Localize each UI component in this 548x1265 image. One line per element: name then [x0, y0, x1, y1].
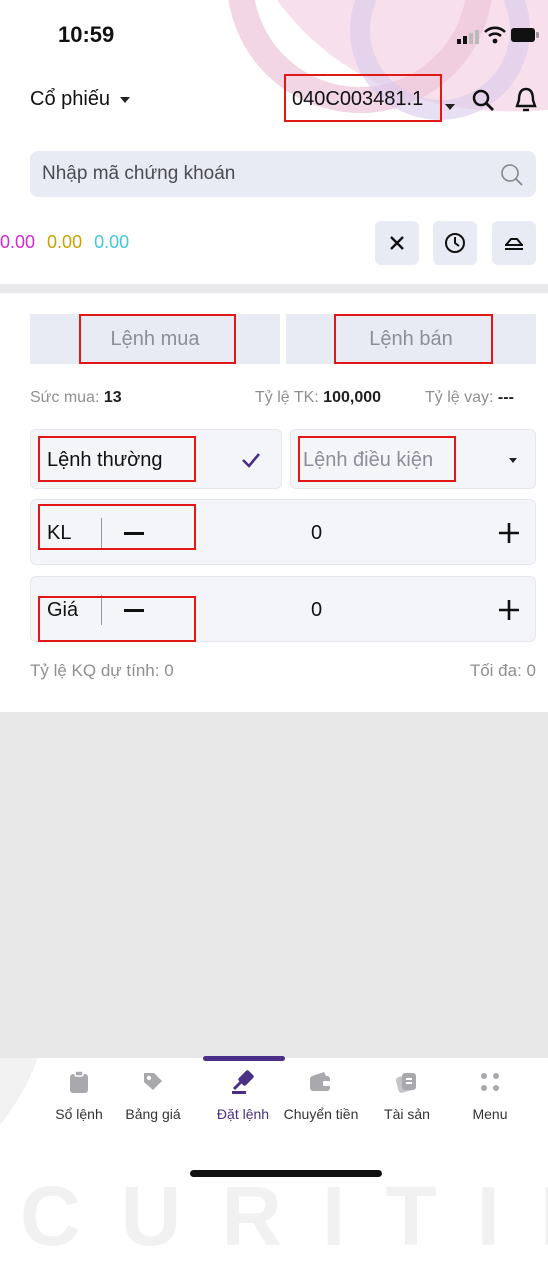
- index-value-3: 0.00: [94, 232, 130, 252]
- loan-ratio-label: Tỷ lệ vay:: [425, 389, 494, 406]
- search-placeholder: Nhập mã chứng khoán: [42, 163, 236, 184]
- bell-icon[interactable]: [514, 86, 538, 119]
- account-number[interactable]: 040C003481.1: [292, 88, 423, 111]
- conditional-order-label: Lệnh điều kiện: [303, 449, 434, 471]
- nav-label-price-board: Bảng giá: [125, 1106, 181, 1122]
- nav-item-menu[interactable]: Menu: [451, 1068, 529, 1168]
- gavel-icon: [229, 1068, 257, 1096]
- wallet-icon: [307, 1068, 335, 1096]
- history-button[interactable]: [433, 221, 477, 265]
- field-separator: [101, 595, 102, 625]
- nav-label-order-book: Sổ lệnh: [55, 1106, 103, 1122]
- nav-item-order-book[interactable]: Sổ lệnh: [40, 1068, 118, 1168]
- menu-dots-icon: [476, 1068, 504, 1096]
- chart-button[interactable]: [492, 221, 536, 265]
- close-icon: [390, 236, 404, 250]
- nav-item-place-order[interactable]: Đặt lệnh: [204, 1068, 282, 1168]
- normal-order-label: Lệnh thường: [47, 449, 163, 471]
- assets-icon: [393, 1068, 421, 1096]
- stock-search-input[interactable]: Nhập mã chứng khoán: [30, 151, 536, 197]
- clock-icon: [445, 233, 465, 253]
- quantity-increase-button[interactable]: [499, 523, 519, 543]
- wifi-icon: [484, 26, 506, 49]
- check-icon: [242, 453, 260, 468]
- stock-type-label: Cổ phiếu: [30, 88, 111, 110]
- estimated-ratio: Tỷ lệ KQ dự tính: 0: [30, 661, 174, 680]
- chart-icon: [505, 238, 523, 250]
- price-decrease-button[interactable]: [124, 609, 144, 612]
- loan-ratio: Tỷ lệ vay: ---: [425, 389, 514, 407]
- tk-ratio-value: 100,000: [323, 389, 382, 406]
- chevron-down-icon: [120, 96, 131, 103]
- account-chevron-down-icon[interactable]: [445, 97, 455, 115]
- clear-button[interactable]: [375, 221, 419, 265]
- sell-tab-label: Lệnh bán: [369, 327, 453, 350]
- signal-icon: [457, 30, 479, 49]
- tab-sell-order[interactable]: Lệnh bán: [286, 314, 536, 364]
- watermark-text: CURITIES: [20, 1169, 548, 1263]
- nav-item-assets[interactable]: Tài sản: [368, 1068, 446, 1168]
- price-label: Giá: [47, 599, 79, 621]
- chevron-down-icon: [509, 458, 517, 463]
- index-value-1: 0.00: [0, 232, 36, 252]
- tk-ratio-label: Tỷ lệ TK:: [255, 389, 319, 406]
- field-separator: [101, 518, 102, 548]
- index-value-2: 0.00: [47, 232, 83, 252]
- buying-power-value: 13: [103, 389, 122, 406]
- tag-icon: [139, 1068, 167, 1096]
- nav-item-price-board[interactable]: Bảng giá: [114, 1068, 192, 1168]
- index-values: 0.00 0.00 0.00: [0, 232, 129, 253]
- quantity-stepper[interactable]: KL 0: [30, 499, 536, 565]
- nav-label-assets: Tài sản: [384, 1106, 430, 1122]
- clipboard-icon: [65, 1068, 93, 1096]
- section-divider: [0, 284, 548, 293]
- price-stepper[interactable]: Giá 0: [30, 576, 536, 642]
- nav-item-transfer[interactable]: Chuyển tiền: [282, 1068, 360, 1168]
- bottom-nav-active-indicator: [203, 1056, 285, 1061]
- quantity-decrease-button[interactable]: [124, 532, 144, 535]
- normal-order-select[interactable]: Lệnh thường: [30, 429, 282, 489]
- loan-ratio-value: ---: [497, 389, 514, 406]
- quantity-value[interactable]: 0: [311, 522, 322, 545]
- battery-icon: [510, 27, 540, 48]
- order-list-area: [0, 712, 548, 1058]
- buying-power-label: Sức mua:: [30, 389, 100, 406]
- quantity-label: KL: [47, 522, 72, 544]
- stock-type-dropdown[interactable]: Cổ phiếu: [30, 88, 131, 111]
- buying-power: Sức mua: 13: [30, 389, 122, 407]
- max-quantity: Tối đa: 0: [469, 661, 536, 680]
- search-icon[interactable]: [471, 88, 495, 117]
- tk-ratio: Tỷ lệ TK: 100,000: [255, 389, 381, 407]
- status-time: 10:59: [58, 22, 115, 47]
- price-increase-button[interactable]: [499, 600, 519, 620]
- search-icon: [501, 164, 523, 186]
- nav-label-place-order: Đặt lệnh: [216, 1106, 270, 1122]
- conditional-order-select[interactable]: Lệnh điều kiện: [290, 429, 536, 489]
- nav-label-menu: Menu: [472, 1106, 508, 1122]
- tab-buy-order[interactable]: Lệnh mua: [30, 314, 280, 364]
- nav-label-transfer: Chuyển tiền: [283, 1106, 359, 1122]
- buy-tab-label: Lệnh mua: [110, 327, 200, 350]
- price-value[interactable]: 0: [311, 599, 322, 622]
